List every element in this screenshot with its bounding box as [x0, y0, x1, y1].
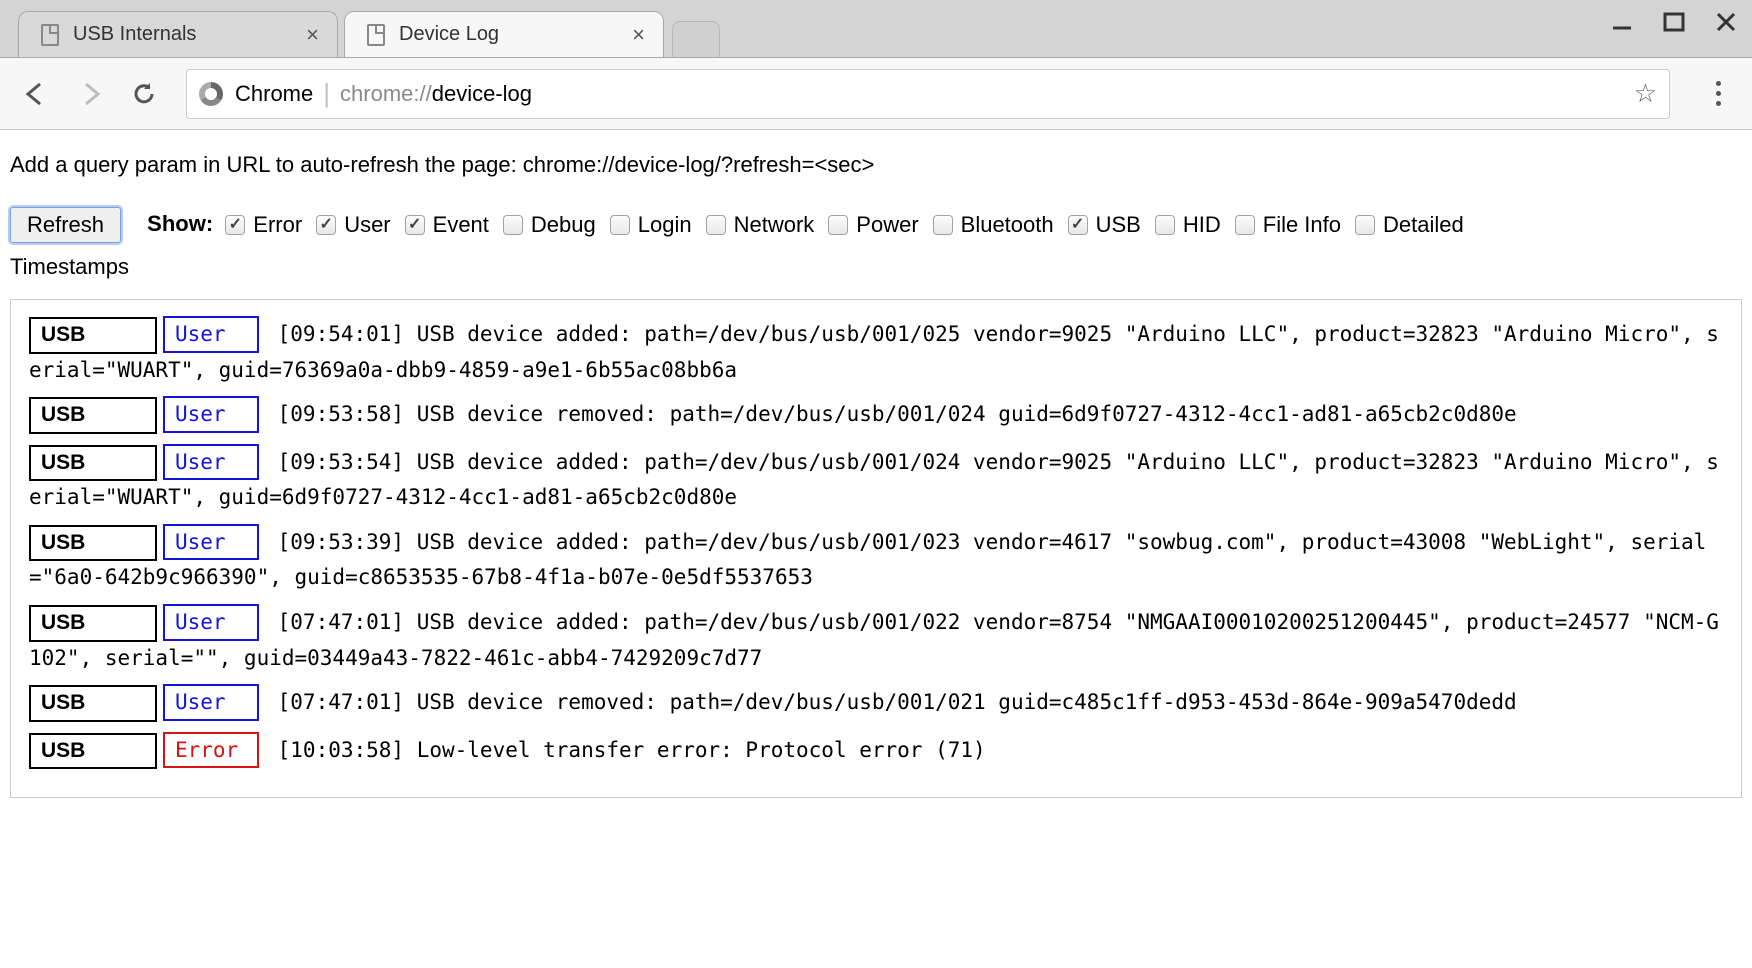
- log-type-badge: USB: [29, 685, 157, 722]
- log-entry: USBUser [09:53:54] USB device added: pat…: [29, 444, 1723, 514]
- log-message: [09:53:39] USB device added: path=/dev/b…: [29, 530, 1706, 590]
- filter-label: User: [344, 203, 390, 247]
- filter-checkbox-usb[interactable]: USB: [1068, 203, 1141, 247]
- checkbox-icon: [706, 215, 726, 235]
- filter-label: Network: [734, 203, 815, 247]
- filter-label: Event: [433, 203, 489, 247]
- log-type-badge: USB: [29, 525, 157, 562]
- filter-checkbox-debug[interactable]: Debug: [503, 203, 596, 247]
- log-entry: USBUser [09:53:39] USB device added: pat…: [29, 524, 1723, 594]
- filter-label: Detailed: [1383, 203, 1464, 247]
- checkbox-icon: [1355, 215, 1375, 235]
- log-controls: Refresh Show: Error User Event Debug Login Ne…: [10, 202, 1742, 289]
- filter-label: HID: [1183, 203, 1221, 247]
- detailed-timestamps-label: Timestamps: [10, 245, 1742, 289]
- window-controls: [1610, 10, 1738, 34]
- filter-checkbox-power[interactable]: Power: [828, 203, 918, 247]
- checkbox-icon: [405, 215, 425, 235]
- browser-tabstrip: USB Internals × Device Log ×: [0, 0, 1752, 58]
- tab-title: USB Internals: [73, 23, 292, 46]
- show-label: Show:: [147, 211, 213, 236]
- filter-checkbox-hid[interactable]: HID: [1155, 203, 1221, 247]
- auto-refresh-hint: Add a query param in URL to auto-refresh…: [10, 152, 1742, 178]
- log-entry: USBUser [09:53:58] USB device removed: p…: [29, 396, 1723, 434]
- bookmark-star-icon[interactable]: ☆: [1634, 78, 1657, 109]
- filter-label: Debug: [531, 203, 596, 247]
- log-level-badge: User: [163, 444, 259, 481]
- address-bar[interactable]: Chrome | chrome://device-log ☆: [186, 69, 1670, 119]
- reload-button[interactable]: [122, 72, 166, 116]
- page-content: Add a query param in URL to auto-refresh…: [0, 130, 1752, 808]
- checkbox-icon: [1235, 215, 1255, 235]
- browser-tab-device-log[interactable]: Device Log ×: [344, 11, 664, 57]
- window-minimize-icon[interactable]: [1610, 10, 1634, 34]
- log-level-badge: User: [163, 684, 259, 721]
- tab-title: Device Log: [399, 23, 618, 46]
- filter-checkbox-event[interactable]: Event: [405, 203, 489, 247]
- filter-label: Power: [856, 203, 918, 247]
- close-tab-icon[interactable]: ×: [632, 24, 645, 46]
- checkbox-icon: [933, 215, 953, 235]
- log-message: [10:03:58] Low-level transfer error: Pro…: [265, 738, 986, 762]
- back-button[interactable]: [14, 72, 58, 116]
- log-type-badge: USB: [29, 397, 157, 434]
- filter-checkbox-error[interactable]: Error: [225, 203, 302, 247]
- url-scheme-label: Chrome: [235, 81, 313, 107]
- checkbox-icon: [316, 215, 336, 235]
- new-tab-button[interactable]: [672, 21, 720, 57]
- log-message: [09:53:58] USB device removed: path=/dev…: [265, 402, 1517, 426]
- filter-label: USB: [1096, 203, 1141, 247]
- browser-tab-usb-internals[interactable]: USB Internals ×: [18, 11, 338, 57]
- omnibox-separator: |: [323, 78, 330, 109]
- filter-label: Error: [253, 203, 302, 247]
- filter-label: Bluetooth: [961, 203, 1054, 247]
- filter-checkbox-detailed[interactable]: Detailed: [1355, 203, 1464, 247]
- log-level-badge: User: [163, 316, 259, 353]
- log-entry: USBUser [09:54:01] USB device added: pat…: [29, 316, 1723, 386]
- checkbox-icon: [1155, 215, 1175, 235]
- checkbox-icon: [610, 215, 630, 235]
- filter-checkbox-user[interactable]: User: [316, 203, 390, 247]
- filter-checkbox-file-info[interactable]: File Info: [1235, 203, 1341, 247]
- chrome-icon: [199, 82, 223, 106]
- log-message: [07:47:01] USB device removed: path=/dev…: [265, 690, 1517, 714]
- url-host: chrome://: [340, 81, 432, 107]
- browser-menu-button[interactable]: [1698, 72, 1738, 116]
- forward-button[interactable]: [68, 72, 112, 116]
- window-close-icon[interactable]: [1714, 10, 1738, 34]
- log-entry: USBError [10:03:58] Low-level transfer e…: [29, 732, 1723, 770]
- log-type-badge: USB: [29, 733, 157, 770]
- url-path: device-log: [432, 81, 532, 107]
- close-tab-icon[interactable]: ×: [306, 24, 319, 46]
- page-icon: [41, 24, 59, 46]
- checkbox-icon: [1068, 215, 1088, 235]
- checkbox-icon: [225, 215, 245, 235]
- page-icon: [367, 24, 385, 46]
- log-message: [09:54:01] USB device added: path=/dev/b…: [29, 322, 1719, 382]
- checkbox-icon: [503, 215, 523, 235]
- log-type-badge: USB: [29, 445, 157, 482]
- log-level-badge: User: [163, 396, 259, 433]
- log-message: [07:47:01] USB device added: path=/dev/b…: [29, 610, 1719, 670]
- log-level-badge: User: [163, 524, 259, 561]
- filter-label: File Info: [1263, 203, 1341, 247]
- log-type-badge: USB: [29, 605, 157, 642]
- log-entry: USBUser [07:47:01] USB device added: pat…: [29, 604, 1723, 674]
- browser-toolbar: Chrome | chrome://device-log ☆: [0, 58, 1752, 130]
- log-type-badge: USB: [29, 317, 157, 354]
- filter-checkbox-network[interactable]: Network: [706, 203, 815, 247]
- log-entry: USBUser [07:47:01] USB device removed: p…: [29, 684, 1723, 722]
- refresh-button[interactable]: Refresh: [10, 207, 121, 243]
- log-panel: USBUser [09:54:01] USB device added: pat…: [10, 299, 1742, 798]
- filter-label: Login: [638, 203, 692, 247]
- log-level-badge: Error: [163, 732, 259, 769]
- window-maximize-icon[interactable]: [1662, 10, 1686, 34]
- log-message: [09:53:54] USB device added: path=/dev/b…: [29, 450, 1719, 510]
- log-level-badge: User: [163, 604, 259, 641]
- filter-checkbox-bluetooth[interactable]: Bluetooth: [933, 203, 1054, 247]
- checkbox-icon: [828, 215, 848, 235]
- filter-checkbox-login[interactable]: Login: [610, 203, 692, 247]
